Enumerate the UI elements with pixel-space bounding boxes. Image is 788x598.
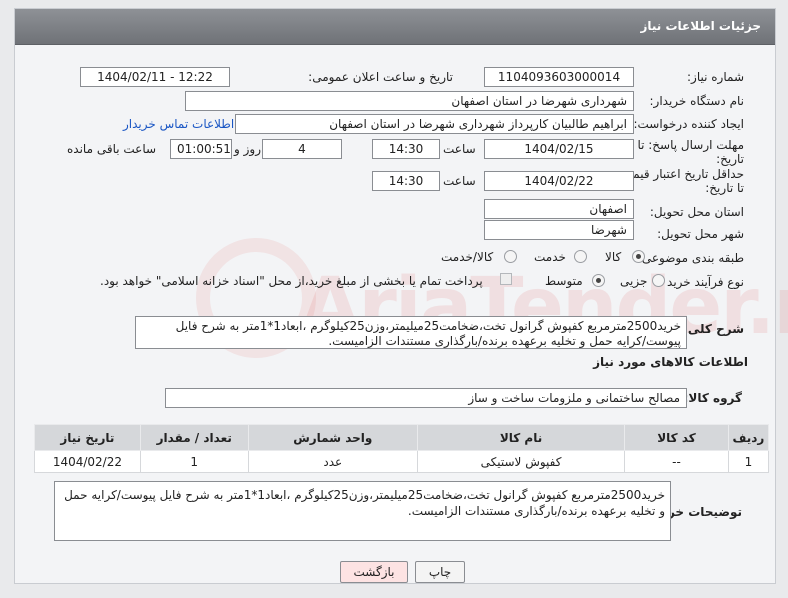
process-medium-radio[interactable] <box>592 274 605 287</box>
reply-days-field: 4 <box>262 139 342 159</box>
buyer-notes-text: خرید2500مترمربع کفپوش گرانول تخت،ضخامت25… <box>64 488 665 518</box>
process-type-label: نوع فرآیند خرید : <box>659 275 744 289</box>
col-header-item-code: کد کالا <box>624 424 729 451</box>
reply-deadline-label-1: مهلت ارسال پاسخ: تا <box>637 138 744 152</box>
cell-unit: عدد <box>247 450 418 473</box>
buyer-contact-link[interactable]: اطلاعات تماس خریدار <box>123 117 234 131</box>
province-field: اصفهان <box>484 199 634 219</box>
cell-item-code: -- <box>624 450 729 473</box>
col-header-unit: واحد شمارش <box>247 424 418 451</box>
goods-table-container: ردیف کد کالا نام کالا واحد شمارش تعداد /… <box>34 424 770 473</box>
table-header-row: ردیف کد کالا نام کالا واحد شمارش تعداد /… <box>34 424 770 451</box>
category-label: طبقه بندی موضوعی: <box>637 251 744 265</box>
description-textarea[interactable]: خرید2500مترمربع کفپوش گرانول تخت،ضخامت25… <box>135 316 687 349</box>
col-header-quantity: تعداد / مقدار <box>139 424 249 451</box>
city-field: شهرضا <box>484 220 634 240</box>
description-text: خرید2500مترمربع کفپوش گرانول تخت،ضخامت25… <box>175 319 681 348</box>
category-service-radio[interactable] <box>574 250 587 263</box>
page-title: جزئیات اطلاعات نیاز <box>640 19 761 33</box>
process-medium-label: متوسط <box>545 274 583 288</box>
province-label: استان محل تحویل: <box>649 205 744 219</box>
cell-item-name: کفپوش لاستیکی <box>416 450 626 473</box>
goods-info-heading: اطلاعات کالاهای مورد نیاز <box>593 355 748 369</box>
reply-date-field: 1404/02/15 <box>484 139 634 159</box>
buyer-org-label: نام دستگاه خریدار: <box>649 94 745 108</box>
process-minor-radio[interactable] <box>652 274 665 287</box>
process-minor-label: جزیی <box>620 274 648 288</box>
requester-field: ابراهیم طالبیان کارپرداز شهرداری شهرضا د… <box>235 114 634 134</box>
announce-datetime-field: 1404/02/11 - 12:22 <box>80 67 230 87</box>
category-goods-service-label: کالا/خدمت <box>441 250 494 264</box>
validity-time-field: 14:30 <box>372 171 440 191</box>
day-and-label: روز و <box>234 142 261 156</box>
reply-time-field: 14:30 <box>372 139 440 159</box>
back-button[interactable]: بازگشت <box>340 561 408 583</box>
validity-hour-label: ساعت <box>443 174 476 188</box>
buyer-notes-textarea[interactable]: خرید2500مترمربع کفپوش گرانول تخت،ضخامت25… <box>54 481 671 541</box>
remaining-time-field: 01:00:51 <box>170 139 232 159</box>
validity-date-field: 1404/02/22 <box>484 171 634 191</box>
need-number-label: شماره نیاز: <box>687 70 744 84</box>
cell-quantity: 1 <box>139 450 249 473</box>
category-service-label: خدمت <box>534 250 566 264</box>
panel-header: جزئیات اطلاعات نیاز <box>15 9 775 45</box>
goods-group-field: مصالح ساختمانی و ملزومات ساخت و ساز <box>165 388 687 408</box>
col-header-row-number: ردیف <box>727 424 770 451</box>
price-validity-label-2: تا تاریخ: <box>705 181 744 195</box>
price-validity-label-1: حداقل تاریخ اعتبار قیمت: <box>617 167 744 181</box>
buyer-org-field: شهرداری شهرضا در استان اصفهان <box>185 91 634 111</box>
cell-row-number: 1 <box>727 450 770 473</box>
announce-datetime-label: تاریخ و ساعت اعلان عمومی: <box>308 70 453 84</box>
table-row[interactable]: 1 -- کفپوش لاستیکی عدد 1 1404/02/22 <box>34 450 770 473</box>
print-button[interactable]: چاپ <box>415 561 465 583</box>
category-goods-label: کالا <box>605 250 622 264</box>
goods-group-label: گروه کالا: <box>683 391 742 405</box>
treasury-payment-note: پرداخت تمام یا بخشی از مبلغ خرید،از محل … <box>100 274 483 288</box>
reply-hour-label: ساعت <box>443 142 476 156</box>
col-header-item-name: نام کالا <box>416 424 626 451</box>
requester-label: ایجاد کننده درخواست: <box>633 117 744 131</box>
col-header-need-date: تاریخ نیاز <box>34 424 141 451</box>
goods-table: ردیف کد کالا نام کالا واحد شمارش تعداد /… <box>34 424 770 473</box>
treasury-payment-checkbox[interactable] <box>500 273 512 285</box>
reply-deadline-label-2: تاریخ: <box>716 152 744 166</box>
need-number-field: 1104093603000014 <box>484 67 634 87</box>
city-label: شهر محل تحویل: <box>657 227 744 241</box>
remaining-label: ساعت باقی مانده <box>67 142 157 156</box>
category-goods-service-radio[interactable] <box>504 250 517 263</box>
cell-need-date: 1404/02/22 <box>34 450 141 473</box>
category-goods-radio[interactable] <box>632 250 645 263</box>
